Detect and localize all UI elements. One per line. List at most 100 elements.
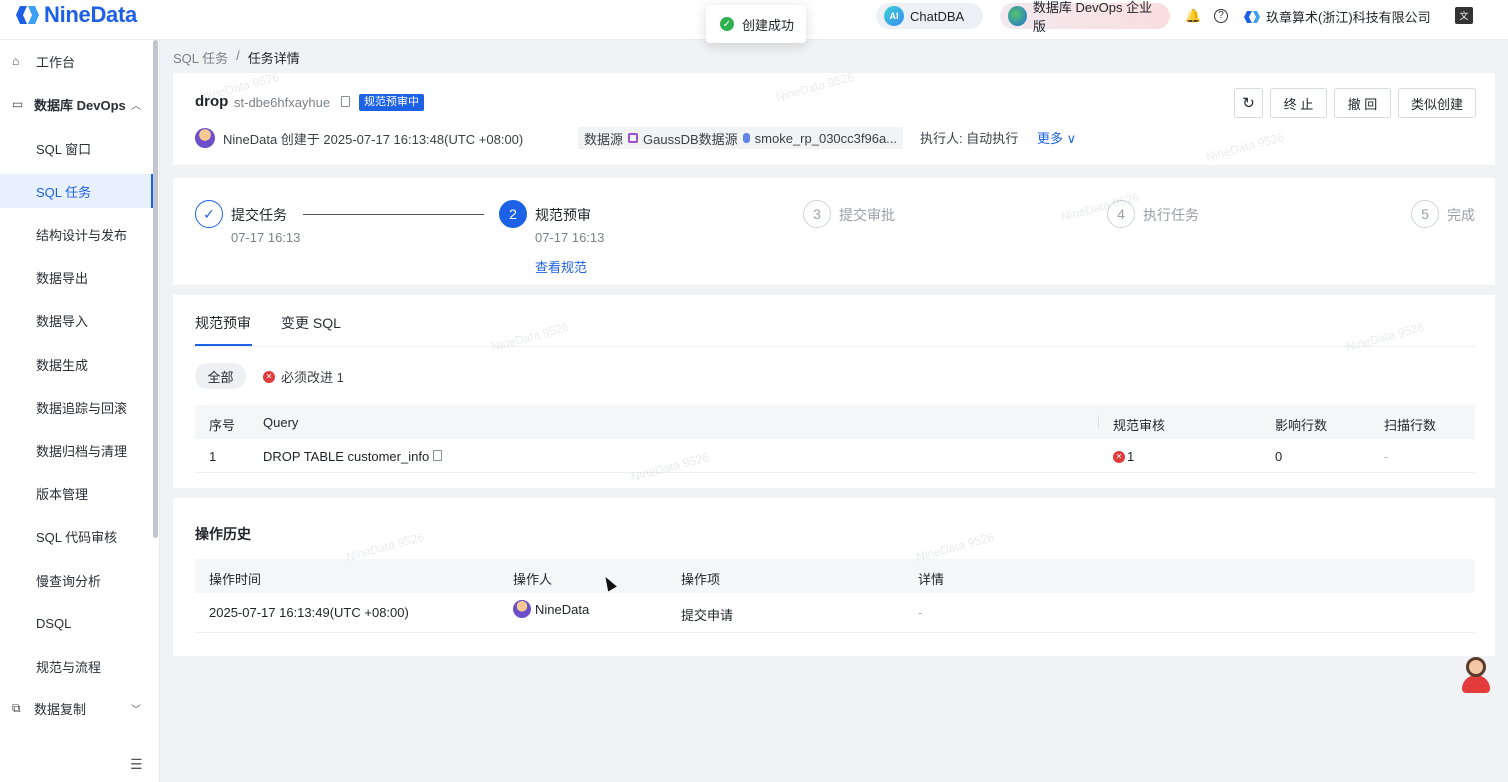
task-header-card: drop st-dbe6hfxayhue 规范预审中 NineData 创建于 … [173,73,1495,165]
logo-text: NineData [44,2,137,27]
executor-info: 执行人: 自动执行 [920,131,1019,146]
row-review-result[interactable]: ✕ 1 [1113,449,1134,464]
step-number: 5 [1411,200,1439,228]
help-icon[interactable]: ? [1214,9,1228,23]
sidebar-item-data-archive[interactable]: 数据归档与清理 [0,433,153,467]
history-title: 操作历史 [195,526,251,542]
datasource-box: 数据源 GaussDB数据源 smoke_rp_030cc3f96a... [578,127,904,149]
history-detail: - [918,605,923,620]
refresh-button[interactable]: ↻ [1234,88,1263,118]
review-card: 规范预审 变更 SQL 全部 ✕ 必须改进 1 序号 Query 规范审核 影响… [173,295,1495,488]
collapse-sidebar-icon[interactable]: ☰ [130,756,143,773]
breadcrumb-current: 任务详情 [247,51,300,66]
tab-change-sql[interactable]: 变更 SQL [281,313,341,333]
column-divider[interactable] [1098,415,1099,429]
tab-precheck[interactable]: 规范预审 [195,313,251,333]
chevron-down-icon: ∨ [1066,131,1077,146]
datasource-label: 数据源 [584,131,624,147]
breadcrumb-separator: / [236,48,240,63]
chevron-down-icon: ﹀ [131,704,141,716]
table-row: 1 DROP TABLE customer_info ✕ 1 0 - [195,439,1475,473]
sidebar-item-dsql[interactable]: DSQL [0,606,153,640]
step-title: 执行任务 [1143,207,1199,223]
sidebar-item-data-export[interactable]: 数据导出 [0,260,153,294]
support-assistant-icon[interactable] [1460,655,1492,695]
step-title: 规范预审 [535,207,591,223]
bell-icon[interactable]: 🔔 [1185,8,1201,24]
breadcrumb-parent[interactable]: SQL 任务 [173,48,228,67]
column-header: 操作项 [681,572,721,587]
globe-icon [1008,6,1027,26]
sidebar-item-sql-window[interactable]: SQL 窗口 [0,131,153,165]
avatar [195,128,215,148]
datasource-name[interactable]: GaussDB数据源 [643,129,738,148]
check-icon: ✓ [195,200,223,228]
sidebar-group-devops[interactable]: ▭ 数据库 DevOps ︿ [0,87,153,121]
column-header: 序号 [209,418,236,433]
devops-edition-button[interactable]: 数据库 DevOps 企业版 [1000,0,1170,34]
database-icon [742,133,750,143]
avatar [513,600,531,618]
logo[interactable]: NineData [14,2,137,28]
sidebar: ⌂ 工作台 ▭ 数据库 DevOps ︿ SQL 窗口 SQL 任务 结构设计与… [0,40,160,782]
step-connector [303,214,484,215]
history-card: 操作历史 操作时间 操作人 操作项 详情 2025-07-17 16:13:49… [173,498,1495,656]
monitor-icon: ▭ [12,97,24,111]
sidebar-item-slow-query[interactable]: 慢查询分析 [0,563,153,597]
sidebar-item-rules-flow[interactable]: 规范与流程 [0,649,153,683]
row-query: DROP TABLE customer_info [263,449,430,464]
ai-badge-icon: AI [884,6,904,26]
language-icon[interactable]: 文 [1455,7,1473,24]
task-name: drop [195,93,229,110]
sidebar-item-version-management[interactable]: 版本管理 [0,476,153,510]
more-button[interactable]: 更多 ∨ [1037,128,1076,147]
row-affected: 0 [1275,449,1283,464]
column-header: 详情 [918,572,945,587]
filter-all-button[interactable]: 全部 [195,363,246,389]
task-meta: NineData 创建于 2025-07-17 16:13:48(UTC +08… [195,127,1095,149]
view-rules-link[interactable]: 查看规范 [535,257,587,276]
org-name: 玖章算术(浙江)科技有限公司 [1266,10,1431,25]
stop-button[interactable]: 终 止 [1270,88,1327,118]
ninedata-logo-icon [16,6,39,24]
sidebar-item-workbench[interactable]: ⌂ 工作台 [0,44,153,78]
check-circle-icon: ✓ [720,17,734,31]
row-scanned: - [1384,449,1389,464]
chevron-up-icon: ︿ [131,100,141,112]
sidebar-item-data-import[interactable]: 数据导入 [0,303,153,337]
step-title: 提交任务 [231,207,287,223]
sidebar-group-replication[interactable]: ⧉ 数据复制 ﹀ [0,691,153,725]
table-header: 序号 Query 规范审核 影响行数 扫描行数 [195,405,1475,439]
filter-must-improve-button[interactable]: ✕ 必须改进 1 [263,367,344,386]
table-row: 2025-07-17 16:13:49(UTC +08:00) NineData… [195,593,1475,633]
chatdba-button[interactable]: AI ChatDBA [876,3,983,29]
success-toast: ✓ 创建成功 [706,5,806,43]
row-index: 1 [209,449,217,464]
gaussdb-icon [628,133,639,143]
sidebar-item-sql-task[interactable]: SQL 任务 [0,174,153,208]
active-tab-indicator [195,344,252,346]
database-name[interactable]: smoke_rp_030cc3f96a... [755,131,897,146]
step-title: 提交审批 [839,207,895,223]
error-icon: ✕ [263,370,275,383]
column-header: 扫描行数 [1384,418,1437,433]
org-switcher[interactable]: 玖章算术(浙江)科技有限公司 [1244,7,1431,26]
sidebar-item-data-tracking[interactable]: 数据追踪与回滚 [0,390,153,424]
sidebar-scrollbar[interactable] [153,40,158,538]
copy-icon[interactable] [341,96,350,107]
column-header: Query [263,415,299,430]
progress-steps-card: ✓ 提交任务 07-17 16:13 2 规范预审 07-17 16:13 查看… [173,178,1495,285]
error-icon: ✕ [1113,450,1125,463]
sidebar-item-schema-design[interactable]: 结构设计与发布 [0,217,153,251]
history-operator: NineData [513,600,589,618]
step-number: 4 [1107,200,1135,228]
task-id: st-dbe6hfxayhue [234,95,331,110]
step-date: 07-17 16:13 [535,230,605,245]
sidebar-item-data-generate[interactable]: 数据生成 [0,347,153,381]
history-table-header: 操作时间 操作人 操作项 详情 [195,559,1475,593]
sidebar-item-sql-code-review[interactable]: SQL 代码审核 [0,519,153,553]
clone-button[interactable]: 类似创建 [1398,88,1476,118]
status-badge: 规范预审中 [359,94,424,111]
copy-icon[interactable] [433,450,442,461]
revoke-button[interactable]: 撤 回 [1334,88,1391,118]
